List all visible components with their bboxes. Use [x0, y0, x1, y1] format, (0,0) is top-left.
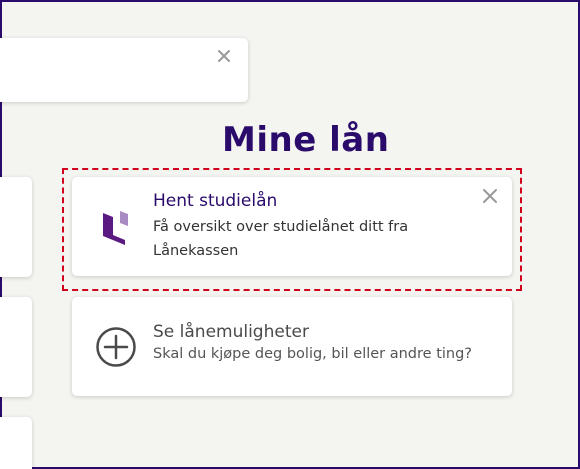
close-card-button[interactable] [480, 186, 500, 206]
side-card[interactable] [0, 417, 32, 469]
notification-card [0, 38, 248, 102]
lanekassen-logo-icon [94, 205, 138, 249]
plus-circle-icon [94, 325, 138, 369]
card-description: Skal du kjøpe deg bolig, bil eller andre… [153, 346, 472, 362]
close-notification-button[interactable] [214, 46, 234, 66]
fetch-student-loan-card[interactable]: Hent studielån Få oversikt over studielå… [72, 177, 512, 276]
close-icon [483, 189, 497, 203]
side-card[interactable] [0, 297, 32, 397]
loan-options-card[interactable]: Se lånemuligheter Skal du kjøpe deg boli… [72, 297, 512, 396]
card-description: Få oversikt over studielånet ditt fra Lå… [153, 219, 409, 259]
side-card[interactable] [0, 177, 32, 277]
section-title: Mine lån [222, 120, 390, 160]
card-title: Se lånemuligheter [153, 322, 309, 342]
card-title: Hent studielån [153, 191, 278, 211]
close-icon [218, 50, 230, 62]
